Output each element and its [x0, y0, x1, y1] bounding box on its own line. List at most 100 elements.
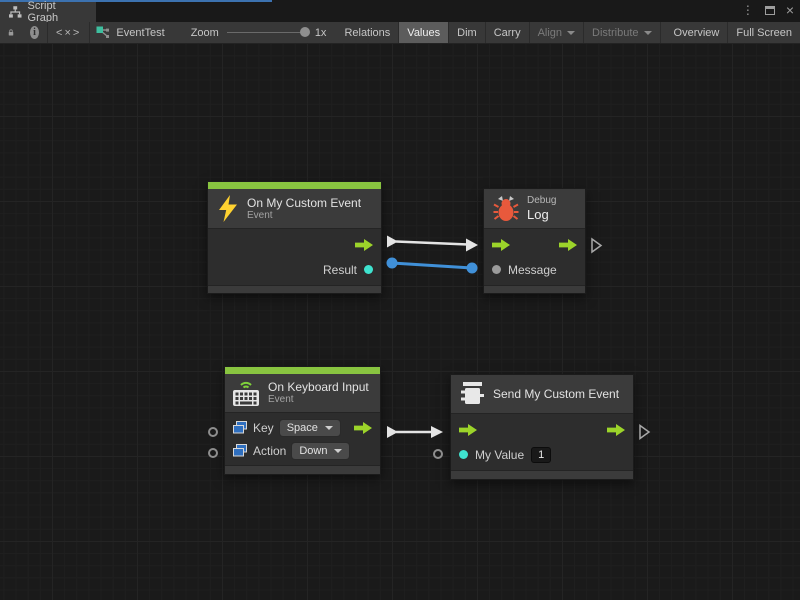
result-output-row: Result [208, 257, 381, 282]
node-footer [225, 465, 380, 474]
tab-script-graph[interactable]: Script Graph [0, 2, 96, 22]
chevron-down-icon [325, 426, 333, 430]
my-value-port-label: My Value [475, 448, 524, 462]
wire-keyboard-to-sendevent[interactable] [387, 426, 443, 438]
lock-icon [8, 26, 14, 39]
zoom-control: Zoom 1x [175, 22, 337, 43]
toolbar-toggles: Relations Values Dim Carry Align Distrib… [336, 22, 800, 43]
node-title: On Keyboard Input [268, 380, 369, 394]
node-subtitle: Event [268, 394, 369, 406]
overview-button[interactable]: Overview [666, 22, 729, 43]
close-icon[interactable]: × [786, 3, 794, 17]
node-on-my-custom-event[interactable]: On My Custom Event Event Result [207, 181, 382, 294]
zoom-label: Zoom [191, 27, 219, 39]
node-body: Result [208, 228, 381, 285]
key-value-dropdown[interactable]: Space [280, 420, 340, 436]
node-header: On Keyboard Input Event [225, 374, 380, 412]
node-header: On My Custom Event Event [208, 189, 381, 228]
key-port-label: Key [253, 421, 274, 435]
object-icon [233, 421, 247, 434]
flow-output-port[interactable] [559, 239, 577, 251]
result-output-port[interactable] [364, 265, 373, 274]
node-category: Debug [527, 195, 556, 207]
chevron-down-icon [334, 449, 342, 453]
node-body: Key Space Action [225, 412, 380, 465]
my-value-input-row: My Value 1 [451, 442, 633, 467]
wire-customevent-to-debuglog[interactable] [387, 236, 478, 252]
node-body: Message [484, 228, 585, 285]
chevron-down-icon [567, 31, 575, 35]
lightning-bolt-icon [217, 195, 239, 222]
result-port-label: Result [323, 263, 357, 277]
node-footer [484, 285, 585, 293]
info-icon: i [30, 26, 39, 39]
keyboard-icon [232, 379, 260, 407]
node-body: My Value 1 [451, 413, 633, 470]
node-title: Log [527, 207, 556, 222]
fullscreen-button[interactable]: Full Screen [728, 22, 800, 43]
flow-output-row [208, 232, 381, 257]
carry-triangle-debuglog [592, 239, 601, 252]
node-title: Send My Custom Event [493, 387, 619, 401]
lock-button[interactable] [0, 22, 22, 43]
zoom-slider[interactable] [227, 32, 307, 33]
message-input-row: Message [484, 257, 585, 282]
my-value-input-field[interactable]: 1 [531, 447, 551, 463]
info-button[interactable]: i [22, 22, 48, 43]
node-on-keyboard-input[interactable]: On Keyboard Input Event Key Space [224, 366, 381, 475]
dim-toggle[interactable]: Dim [449, 22, 486, 43]
graph-reference-button[interactable]: EventTest [90, 22, 174, 43]
carry-toggle[interactable]: Carry [486, 22, 530, 43]
flow-output-port[interactable] [354, 422, 372, 434]
node-header: Send My Custom Event [451, 375, 633, 413]
message-input-port[interactable] [492, 265, 501, 274]
kebab-menu-icon[interactable]: ⋮ [742, 3, 754, 17]
node-send-my-custom-event[interactable]: Send My Custom Event My Value 1 [450, 374, 634, 480]
graph-canvas[interactable]: On My Custom Event Event Result [0, 44, 800, 600]
flow-row [484, 232, 585, 257]
node-subtitle: Event [247, 210, 361, 222]
flow-output-port[interactable] [355, 239, 373, 251]
flow-output-port[interactable] [607, 424, 625, 436]
custom-event-icon [460, 381, 485, 407]
graph-toolbar: i <×> EventTest Zoom 1x Relations Values… [0, 22, 800, 44]
bug-icon [493, 195, 519, 222]
maximize-icon[interactable] [765, 6, 775, 15]
tab-bar: Script Graph ⋮ × [0, 0, 800, 22]
graph-name: EventTest [116, 27, 164, 39]
node-debug-log[interactable]: Debug Log Message [483, 188, 586, 294]
zoom-value: 1x [315, 27, 327, 39]
my-value-port-indicator [433, 449, 443, 459]
distribute-dropdown[interactable]: Distribute [584, 22, 660, 43]
graph-edge-icon [96, 26, 110, 39]
wire-result-to-message[interactable] [387, 258, 478, 274]
node-header: Debug Log [484, 189, 585, 228]
action-port-indicator [208, 448, 218, 458]
zoom-slider-handle[interactable] [300, 27, 310, 37]
align-dropdown[interactable]: Align [530, 22, 584, 43]
code-view-button[interactable]: <×> [48, 22, 90, 43]
code-icon: <×> [56, 27, 81, 39]
carry-triangle-sendevent [640, 426, 649, 439]
flow-input-port[interactable] [492, 239, 510, 251]
node-title: On My Custom Event [247, 196, 361, 210]
chevron-down-icon [644, 31, 652, 35]
node-footer [208, 285, 381, 293]
window-controls: ⋮ × [742, 3, 794, 17]
node-footer [451, 470, 633, 479]
tab-title: Script Graph [28, 0, 87, 24]
flow-row [451, 417, 633, 442]
graph-tree-icon [9, 6, 22, 18]
relations-toggle[interactable]: Relations [336, 22, 399, 43]
action-port-label: Action [253, 444, 286, 458]
message-port-label: Message [508, 263, 557, 277]
my-value-input-port[interactable] [459, 450, 468, 459]
flow-input-port[interactable] [459, 424, 477, 436]
values-toggle[interactable]: Values [399, 22, 449, 43]
action-value-dropdown[interactable]: Down [292, 443, 349, 459]
key-input-row: Key Space [225, 416, 380, 439]
object-icon [233, 444, 247, 457]
script-graph-window: Script Graph ⋮ × i <×> [0, 0, 800, 600]
event-accent-bar [208, 182, 381, 189]
key-port-indicator [208, 427, 218, 437]
